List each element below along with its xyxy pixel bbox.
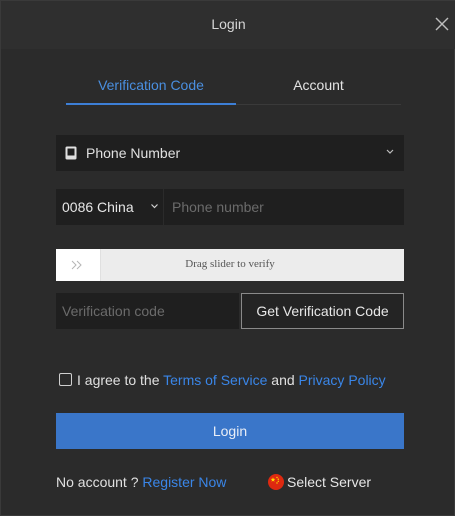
agreement-text: I agree to the Terms of Service and Priv… [77, 372, 386, 388]
login-button[interactable]: Login [56, 413, 404, 449]
terms-of-service-link[interactable]: Terms of Service [163, 372, 267, 388]
double-chevron-right-icon [71, 260, 82, 270]
window-title: Login [211, 16, 246, 32]
login-type-label: Phone Number [86, 145, 181, 161]
login-dialog: Login Verification Code Account Phone Nu… [0, 0, 455, 516]
agree-checkbox[interactable] [59, 373, 72, 386]
login-type-select[interactable]: Phone Number [56, 135, 404, 171]
agreement-prefix: I agree to the [77, 372, 164, 388]
chevron-down-icon [386, 149, 394, 154]
phone-icon [65, 146, 77, 160]
country-code-select[interactable]: 0086 China [56, 189, 163, 225]
slider-captcha: Drag slider to verify [56, 249, 404, 281]
agreement-conjunction: and [267, 372, 299, 388]
privacy-policy-link[interactable]: Privacy Policy [299, 372, 386, 388]
register-now-link[interactable]: Register Now [142, 474, 226, 490]
china-flag-icon [268, 474, 284, 490]
register-row: No account ? Register Now [56, 474, 226, 490]
tab-account[interactable]: Account [236, 73, 401, 105]
phone-number-input[interactable] [164, 189, 404, 225]
select-server-label: Select Server [287, 474, 372, 490]
country-code-label: 0086 China [62, 199, 134, 215]
chevron-down-icon [151, 204, 158, 209]
login-tabs: Verification Code Account [66, 73, 401, 105]
slider-hint: Drag slider to verify [185, 258, 275, 270]
title-bar: Login [1, 1, 455, 49]
tab-verification-code[interactable]: Verification Code [66, 73, 236, 105]
close-icon[interactable] [432, 14, 452, 34]
slider-handle[interactable] [56, 249, 101, 281]
verification-code-input[interactable] [56, 293, 239, 329]
no-account-text: No account ? [56, 474, 143, 490]
get-verification-code-button[interactable]: Get Verification Code [241, 293, 404, 329]
